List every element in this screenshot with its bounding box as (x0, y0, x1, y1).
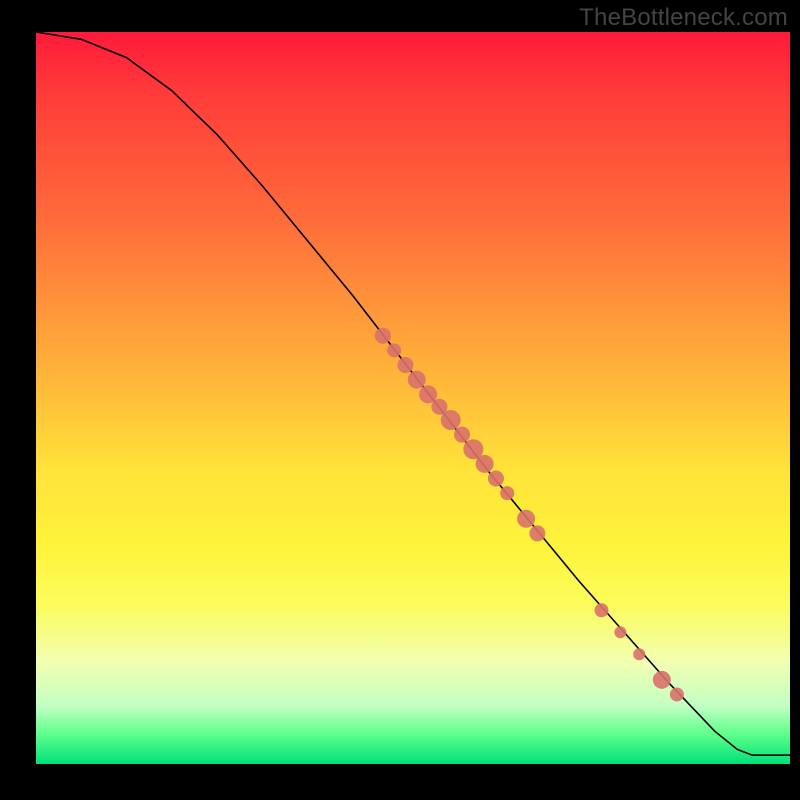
data-marker (441, 410, 461, 430)
data-marker (633, 648, 645, 660)
data-marker (454, 427, 470, 443)
bottleneck-curve (36, 32, 790, 755)
data-marker (488, 471, 504, 487)
chart-frame: TheBottleneck.com (0, 0, 800, 800)
data-marker (529, 525, 545, 541)
data-marker (595, 603, 609, 617)
data-marker (614, 626, 626, 638)
data-marker (670, 687, 684, 701)
data-marker (397, 357, 413, 373)
data-marker (476, 455, 494, 473)
chart-plot-area (36, 32, 790, 764)
chart-svg (36, 32, 790, 764)
data-marker (517, 510, 535, 528)
data-marker (500, 486, 514, 500)
data-marker (387, 343, 401, 357)
watermark-label: TheBottleneck.com (579, 4, 788, 32)
data-marker (375, 328, 391, 344)
data-marker (653, 671, 671, 689)
data-marker (408, 371, 426, 389)
